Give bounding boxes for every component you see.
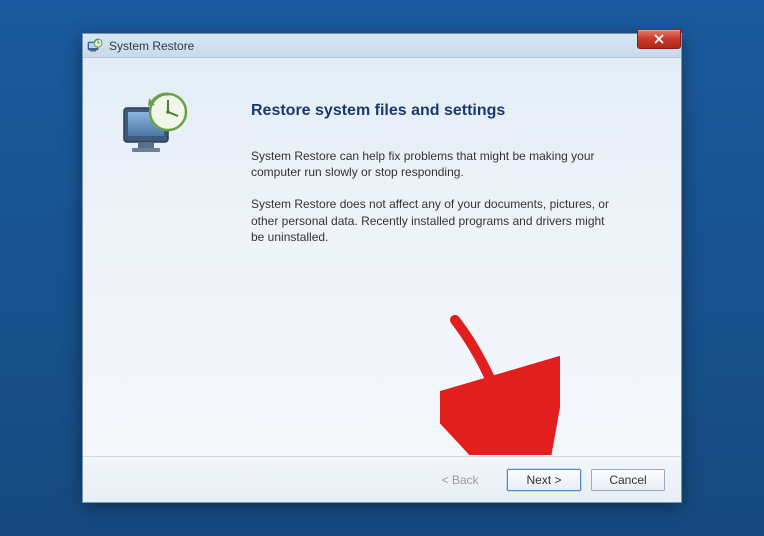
intro-paragraph-2: System Restore does not affect any of yo… xyxy=(251,196,621,245)
wizard-footer: < Back Next > Cancel xyxy=(83,456,681,502)
content-area: Restore system files and settings System… xyxy=(83,58,681,456)
right-panel: Restore system files and settings System… xyxy=(211,76,651,456)
back-button: < Back xyxy=(423,469,497,491)
system-restore-window: System Restore xyxy=(82,33,682,503)
close-button[interactable] xyxy=(637,29,681,49)
intro-paragraph-1: System Restore can help fix problems tha… xyxy=(251,148,621,180)
window-title: System Restore xyxy=(109,39,194,53)
close-icon xyxy=(654,34,664,44)
cancel-button[interactable]: Cancel xyxy=(591,469,665,491)
page-heading: Restore system files and settings xyxy=(251,102,651,120)
titlebar: System Restore xyxy=(83,34,681,58)
left-panel xyxy=(101,76,211,456)
restore-graphic-icon xyxy=(116,86,196,166)
system-restore-icon xyxy=(87,38,103,54)
next-button[interactable]: Next > xyxy=(507,469,581,491)
